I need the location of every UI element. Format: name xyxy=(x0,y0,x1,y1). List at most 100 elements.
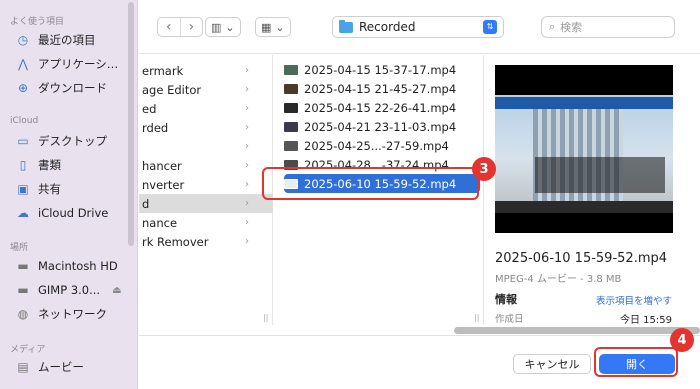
video-thumbnail-icon xyxy=(284,83,298,94)
list-item-label: d xyxy=(142,196,150,211)
list-item[interactable]: › xyxy=(139,137,273,156)
sidebar-item-macintosh-hd[interactable]: ▬ Macintosh HD xyxy=(16,256,117,276)
sidebar-item-label: GIMP 3.0... xyxy=(38,283,101,297)
sidebar-item-desktop[interactable]: ▭ デスクトップ xyxy=(16,131,107,151)
list-item-label: age Editor xyxy=(142,82,202,97)
file-row[interactable]: 2025-04-25...-27-59.mp4 xyxy=(284,136,480,155)
network-icon: ◍ xyxy=(17,307,29,321)
favorites-header: よく使う項目 xyxy=(10,17,65,27)
path-popup[interactable]: Recorded ⇅ xyxy=(332,16,504,38)
back-button[interactable]: ‹ xyxy=(158,18,180,36)
path-label: Recorded xyxy=(359,20,416,34)
info-heading: 情報 xyxy=(495,293,517,306)
toolbar: ‹ › ▥ ⌄ ▦ ⌄ Recorded ⇅ ⌕ 検索 xyxy=(139,0,700,54)
video-preview-image[interactable] xyxy=(495,65,673,233)
group-button[interactable]: ▦ ⌄ xyxy=(255,17,291,37)
list-item[interactable]: ermark › xyxy=(139,61,273,80)
sidebar-scrollbar[interactable] xyxy=(128,2,134,246)
list-item[interactable]: nance › xyxy=(139,213,273,232)
search-field[interactable]: ⌕ 検索 xyxy=(541,16,675,38)
file-row[interactable]: 2025-04-21 23-11-03.mp4 xyxy=(284,117,480,136)
preview-file-kind: MPEG-4 ムービー - 3.8 MB xyxy=(495,274,622,285)
cancel-button[interactable]: キャンセル xyxy=(513,354,591,374)
icloud-header: iCloud xyxy=(10,116,39,126)
download-icon: ⊕ xyxy=(17,81,29,95)
grid-group-icon: ▦ xyxy=(261,20,272,34)
file-name: 2025-04-21 23-11-03.mp4 xyxy=(304,119,457,134)
chevron-right-icon: › xyxy=(245,217,249,228)
column-resize-handle[interactable]: || xyxy=(474,313,479,322)
sidebar-item-label: ムービー xyxy=(38,360,84,374)
chevron-right-icon: › xyxy=(188,19,195,35)
forward-button[interactable]: › xyxy=(179,18,203,36)
list-item[interactable]: hancer › xyxy=(139,156,273,175)
horizontal-scrollbar[interactable] xyxy=(454,327,700,334)
sidebar-item-shared[interactable]: ▣ 共有 xyxy=(16,179,61,199)
sidebar-item-applications[interactable]: ⋀ アプリケーシ… xyxy=(16,54,118,74)
sidebar: よく使う項目 ◷ 最近の項目 ⋀ アプリケーシ… ⊕ ダウンロード iCloud… xyxy=(0,0,138,389)
created-label: 作成日 xyxy=(495,314,524,325)
created-value: 今日 15:59 xyxy=(620,315,672,326)
highlight-open-button xyxy=(594,347,678,377)
list-item-selected[interactable]: d › xyxy=(139,194,273,213)
cloud-icon: ☁ xyxy=(17,206,29,220)
list-item-label: nverter xyxy=(142,177,185,192)
sidebar-item-label: 書類 xyxy=(38,158,61,172)
chevron-right-icon: › xyxy=(245,141,249,152)
video-thumbnail-icon xyxy=(284,140,298,151)
sidebar-item-recents[interactable]: ◷ 最近の項目 xyxy=(16,30,96,50)
sidebar-item-label: 最近の項目 xyxy=(38,33,96,47)
document-icon: ▯ xyxy=(19,158,27,172)
file-row[interactable]: 2025-04-15 15-37-17.mp4 xyxy=(284,60,480,79)
video-thumbnail-icon xyxy=(284,102,298,113)
file-name: 2025-04-15 21-45-27.mp4 xyxy=(304,81,457,96)
list-item[interactable]: rded › xyxy=(139,118,273,137)
media-header: メディア xyxy=(10,345,46,355)
eject-icon[interactable]: ⏏ xyxy=(112,285,121,296)
navigation-buttons: ‹ › xyxy=(157,17,203,37)
search-icon: ⌕ xyxy=(549,20,556,33)
list-item[interactable]: age Editor › xyxy=(139,80,273,99)
sidebar-item-label: ダウンロード xyxy=(38,81,107,95)
chevron-right-icon: › xyxy=(245,122,249,133)
sidebar-item-movies[interactable]: ▤ ムービー xyxy=(16,357,84,377)
chevron-down-icon: ⌄ xyxy=(275,20,285,34)
sidebar-item-gimp-volume[interactable]: ▬ GIMP 3.0... ⏏ xyxy=(16,280,121,300)
sidebar-item-network[interactable]: ◍ ネットワーク xyxy=(16,304,107,324)
list-item[interactable]: ed › xyxy=(139,99,273,118)
sidebar-item-documents[interactable]: ▯ 書類 xyxy=(16,155,61,175)
list-item[interactable]: rk Remover › xyxy=(139,232,273,251)
chevron-right-icon: › xyxy=(245,65,249,76)
list-item-label: rk Remover xyxy=(142,234,209,249)
desktop-icon: ▭ xyxy=(17,134,29,148)
preview-pane: 2025-06-10 15-59-52.mp4 MPEG-4 ムービー - 3.… xyxy=(485,55,700,326)
sidebar-item-icloud-drive[interactable]: ☁ iCloud Drive xyxy=(16,203,108,223)
preview-file-title: 2025-06-10 15-59-52.mp4 xyxy=(495,251,668,266)
chevron-right-icon: › xyxy=(245,103,249,114)
popup-arrows-icon: ⇅ xyxy=(483,20,497,34)
preview-subtitle-box xyxy=(535,157,665,193)
sidebar-item-downloads[interactable]: ⊕ ダウンロード xyxy=(16,78,107,98)
sidebar-item-label: 共有 xyxy=(38,182,61,196)
file-row[interactable]: 2025-04-15 21-45-27.mp4 xyxy=(284,79,480,98)
folder-column: ermark › age Editor › ed › rded › › hancer › … xyxy=(139,55,273,325)
sidebar-item-label: ネットワーク xyxy=(38,307,107,321)
view-mode-columns-button[interactable]: ▥ ⌄ xyxy=(205,17,241,37)
chevron-left-icon: ‹ xyxy=(165,19,172,35)
list-item[interactable]: nverter › xyxy=(139,175,273,194)
list-item-label: ed xyxy=(142,101,157,116)
column-resize-handle[interactable]: || xyxy=(263,313,268,322)
list-item-label: ermark xyxy=(142,63,184,78)
chevron-right-icon: › xyxy=(245,198,249,209)
list-item-label: nance xyxy=(142,215,178,230)
show-more-link[interactable]: 表示項目を増やす xyxy=(596,293,672,307)
preview-news-banner xyxy=(495,97,673,109)
locations-header: 場所 xyxy=(10,243,29,253)
file-row[interactable]: 2025-04-15 22-26-41.mp4 xyxy=(284,98,480,117)
step-badge-3: 3 xyxy=(472,157,496,181)
chevron-down-icon: ⌄ xyxy=(225,20,235,34)
disk-icon: ▬ xyxy=(17,283,29,297)
file-name: 2025-04-15 15-37-17.mp4 xyxy=(304,62,457,77)
disk-icon: ▬ xyxy=(17,259,29,273)
preview-ticker xyxy=(495,201,673,213)
